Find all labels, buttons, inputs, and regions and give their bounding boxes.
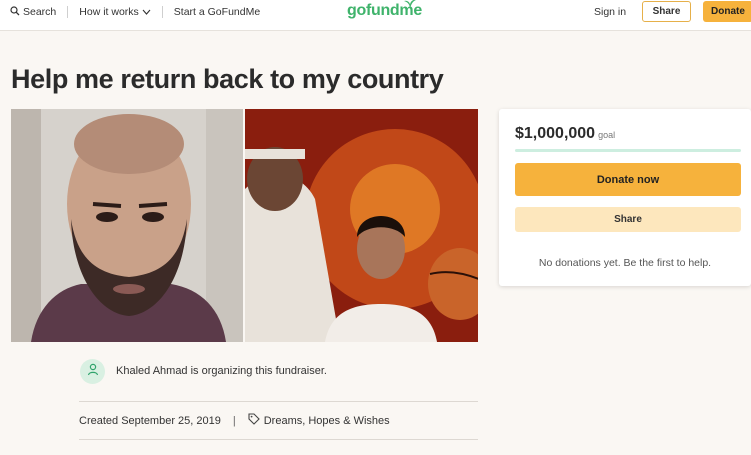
how-it-works-label: How it works [79,6,139,18]
category-label: Dreams, Hopes & Wishes [263,414,390,427]
nav-left: Search How it works Start a GoFundMe [10,0,260,24]
chevron-down-icon [142,6,151,18]
campaign-photo-selfie[interactable] [11,109,243,342]
goal-amount: $1,000,000 [515,125,596,142]
signin-link[interactable]: Sign in [594,6,626,18]
how-it-works-menu[interactable]: How it works [79,6,151,18]
progress-bar [515,149,741,152]
nav-divider [67,6,69,18]
goal-label: goal [598,130,616,140]
divider [79,439,478,440]
start-gofundme-link[interactable]: Start a GoFundMe [174,6,260,18]
search-icon [10,5,20,19]
goal-row: $1,000,000 goal [515,125,615,143]
organizer-icon [86,362,100,381]
campaign-meta: Created September 25, 2019 | Dreams, Hop… [79,413,390,428]
organizer-avatar [80,359,105,384]
divider [79,401,478,402]
donation-card: $1,000,000 goal Donate now Share No dona… [499,109,751,286]
campaign-title: Help me return back to my country [11,64,444,94]
meta-separator: | [232,414,236,427]
gofundme-logo[interactable]: gofundme [347,0,422,20]
card-share-button[interactable]: Share [515,207,741,232]
header-donate-button[interactable]: Donate [703,1,751,22]
search-link[interactable]: Search [10,5,57,19]
no-donations-text: No donations yet. Be the first to help. [538,257,712,269]
top-nav-bar: Search How it works Start a GoFundMe gof… [0,0,751,31]
logo-sprout-icon [404,0,416,9]
tag-icon [248,413,260,428]
created-date: Created September 25, 2019 [79,414,221,427]
donate-now-button[interactable]: Donate now [515,163,741,196]
campaign-photo-poster[interactable] [245,109,478,342]
organizer-text: Khaled Ahmad is organizing this fundrais… [116,365,327,377]
category-link[interactable]: Dreams, Hopes & Wishes [248,413,390,428]
header-share-button[interactable]: Share [642,1,691,22]
search-label: Search [23,6,57,18]
nav-divider [161,6,163,18]
